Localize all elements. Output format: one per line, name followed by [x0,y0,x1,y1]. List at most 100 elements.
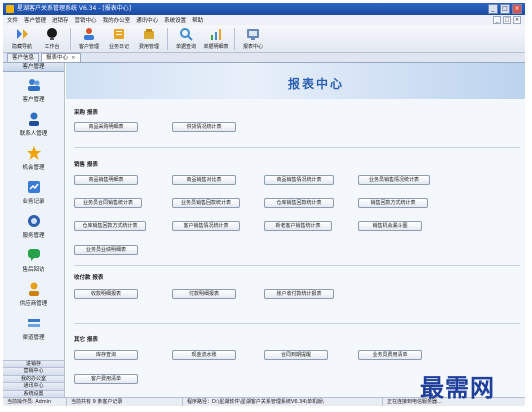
report-button[interactable]: 商品销售对比表 [172,175,236,185]
menu-bar: 文件 客户管理 进销存 营销中心 我的办公室 通讯中心 系统设置 帮助 _ □ … [3,15,525,25]
sidebar-item-suppliers[interactable]: 供应商管理 [3,278,64,312]
report-button[interactable]: 商品销售情况统计表 [264,175,334,185]
report-button[interactable]: 账户收付款统计报表 [264,289,334,299]
menu-communication[interactable]: 通讯中心 [136,16,158,24]
report-button[interactable]: 客户费用清单 [74,374,138,384]
contact-icon [28,112,39,126]
maximize-button[interactable]: □ [500,4,510,14]
section-divider [74,147,520,148]
search-doc-icon [180,28,193,41]
report-button[interactable]: 业务员销售情况统计表 [358,175,430,185]
toolbar-report-center-button[interactable]: 报表中心 [238,25,268,52]
menu-help[interactable]: 帮助 [192,16,203,24]
report-banner: 报表中心 [66,63,525,99]
sidebar-item-label: 客户管理 [22,97,45,103]
report-button[interactable]: 库存查询 [74,350,138,360]
report-button[interactable]: 仓库销售回款统计表 [264,198,334,208]
record-icon [27,181,40,193]
report-button[interactable]: 商品采购明细表 [74,122,138,132]
hide-nav-icon [17,29,28,39]
sidebar-group-inventory[interactable]: 进销存 [3,359,64,367]
customers-icon [27,79,40,91]
toolbar-expense-button[interactable]: 费用管理 [134,25,164,52]
app-icon [6,5,14,13]
sidebar-item-label: 供应商管理 [19,301,48,307]
mdi-restore-button[interactable]: □ [503,16,511,24]
sidebar-group-communication[interactable]: 通讯中心 [3,382,64,390]
report-button[interactable]: 收款明细报表 [74,289,138,299]
sidebar-header[interactable]: 客户管理 [3,63,64,72]
menu-customer[interactable]: 客户管理 [24,16,46,24]
section-title-others: 其它 报表 [74,337,98,343]
status-program-path: 程序路径：D:\星湖软件\星湖客户关系管理系统V6.34\单机版\ [183,398,383,406]
report-button[interactable]: 业务员业绩明细表 [74,245,138,255]
toolbar-diary-button[interactable]: 业务日记 [104,25,134,52]
minimize-button[interactable]: _ [488,4,498,14]
toolbar-detail-table-button[interactable]: 单据明细表 [201,25,231,52]
sidebar-item-label: 业务记录 [22,199,45,205]
toolbar-label: 报表中心 [242,44,263,50]
sidebar-item-channels[interactable]: 渠道管理 [3,312,64,346]
report-center-icon [247,29,259,40]
report-button[interactable]: 合同到期提醒 [264,350,328,360]
report-button[interactable]: 供货情况统计表 [172,122,236,132]
toolbar-hide-nav-button[interactable]: 隐藏导航 [7,25,37,52]
toolbar-customer-button[interactable]: 客户管理 [74,25,104,52]
expense-icon [144,29,154,39]
report-button[interactable]: 现金流水账 [172,350,236,360]
tab-report-center[interactable]: 报表中心 × [41,53,81,62]
section-divider [74,323,520,324]
sidebar-groups: 进销存 营销中心 我的办公室 通讯中心 系统设置 [3,359,64,397]
toolbar-label: 单据查询 [175,44,196,50]
menu-file[interactable]: 文件 [7,16,18,24]
mdi-minimize-button[interactable]: _ [493,16,501,24]
sidebar-item-customers[interactable]: 客户管理 [3,74,64,108]
report-button[interactable]: 商品销售明细表 [74,175,138,185]
sidebar-item-opportunities[interactable]: 机会管理 [3,142,64,176]
sidebar: 客户管理 客户管理 联系人管理 机会管理 业务记录 服务管理 售后回访 供应商管… [3,63,65,397]
report-button[interactable]: 业务员费用清单 [358,350,422,360]
sidebar-item-after-sales[interactable]: 售后回访 [3,244,64,278]
menu-settings[interactable]: 系统设置 [164,16,186,24]
toolbar-doc-search-button[interactable]: 单据查询 [171,25,201,52]
star-icon [26,146,41,160]
status-record-count: 当前共有 9 条客户记录 [67,398,183,406]
chat-icon [27,249,40,261]
sidebar-group-marketing[interactable]: 营销中心 [3,367,64,375]
tab-close-icon[interactable]: × [71,55,76,61]
report-center-panel: 报表中心 采购 报表 商品采购明细表 供货情况统计表 销售 报表 商品销售明细表… [66,63,525,397]
service-icon [27,215,40,227]
sidebar-item-records[interactable]: 业务记录 [3,176,64,210]
sidebar-group-office[interactable]: 我的办公室 [3,374,64,382]
report-button[interactable]: 新老客户销售统计表 [264,221,332,231]
report-button[interactable]: 仓库销售回款方式统计表 [74,221,146,231]
section-title-purchase: 采购 报表 [74,110,98,116]
report-button[interactable]: 业务员销售回款统计表 [172,198,240,208]
toolbar-separator [167,28,168,50]
sidebar-group-settings[interactable]: 系统设置 [3,389,64,397]
tab-customer-info[interactable]: 客户信息 [7,53,40,62]
report-button[interactable]: 付款明细报表 [172,289,236,299]
sidebar-item-label: 售后回访 [22,267,45,273]
detail-table-icon [211,29,221,40]
toolbar-separator [70,28,71,50]
sidebar-item-contacts[interactable]: 联系人管理 [3,108,64,142]
sidebar-item-label: 联系人管理 [19,131,48,137]
report-button[interactable]: 销售机会漏斗图 [358,221,422,231]
report-button[interactable]: 客户销售情况统计表 [172,221,240,231]
toolbar-separator [234,28,235,50]
menu-office[interactable]: 我的办公室 [103,16,131,24]
mdi-close-button[interactable]: × [513,16,521,24]
close-button[interactable]: × [512,4,522,14]
sidebar-item-service[interactable]: 服务管理 [3,210,64,244]
workbench-icon [47,28,57,40]
title-bar: 星湖客户关系管理系统 V6.34 - [报表中心] _ □ × [3,3,525,15]
menu-marketing[interactable]: 营销中心 [75,16,97,24]
section-title-payments: 收付款 报表 [74,275,104,281]
toolbar-workbench-button[interactable]: 工作台 [37,25,67,52]
report-button[interactable]: 销售回款方式统计表 [358,198,428,208]
menu-inventory[interactable]: 进销存 [52,16,69,24]
report-button[interactable]: 业务员合同销售统计表 [74,198,142,208]
mdi-controls: _ □ × [493,16,521,24]
page-title: 报表中心 [288,77,345,91]
